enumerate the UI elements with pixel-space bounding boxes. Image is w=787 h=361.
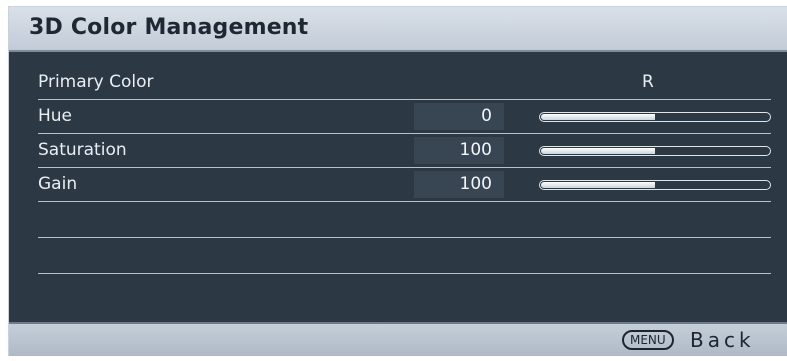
saturation-slider[interactable] — [539, 146, 771, 156]
gain-slider-fill — [541, 182, 655, 188]
primary-color-label: Primary Color — [38, 72, 154, 92]
hue-label: Hue — [38, 106, 73, 126]
back-label[interactable]: Back — [690, 328, 755, 352]
saturation-value: 100 — [459, 140, 492, 160]
hue-value: 0 — [481, 106, 492, 126]
empty-row-2 — [38, 238, 771, 274]
primary-color-value[interactable]: R — [642, 72, 654, 92]
page-title: 3D Color Management — [29, 15, 309, 40]
title-bar: 3D Color Management — [9, 7, 787, 52]
saturation-slider-fill — [541, 148, 655, 154]
saturation-label: Saturation — [38, 140, 127, 160]
osd-menu-window: 3D Color Management Primary Color R Hue … — [8, 6, 787, 356]
saturation-value-box: 100 — [414, 137, 504, 164]
footer-bar: MENU Back — [9, 322, 787, 356]
row-hue[interactable]: Hue 0 — [38, 100, 771, 134]
gain-value-box: 100 — [414, 171, 504, 198]
row-gain[interactable]: Gain 100 — [38, 168, 771, 202]
gain-slider[interactable] — [539, 180, 771, 190]
empty-row-1 — [38, 202, 771, 238]
gain-value: 100 — [459, 174, 492, 194]
hue-value-box: 0 — [414, 103, 504, 130]
hue-slider-fill — [541, 114, 655, 120]
hue-slider[interactable] — [539, 112, 771, 122]
gain-label: Gain — [38, 174, 78, 194]
menu-content: Primary Color R Hue 0 Saturation 100 Gai… — [9, 52, 787, 322]
row-primary-color[interactable]: Primary Color R — [38, 66, 771, 100]
menu-key-icon[interactable]: MENU — [622, 330, 674, 350]
row-saturation[interactable]: Saturation 100 — [38, 134, 771, 168]
